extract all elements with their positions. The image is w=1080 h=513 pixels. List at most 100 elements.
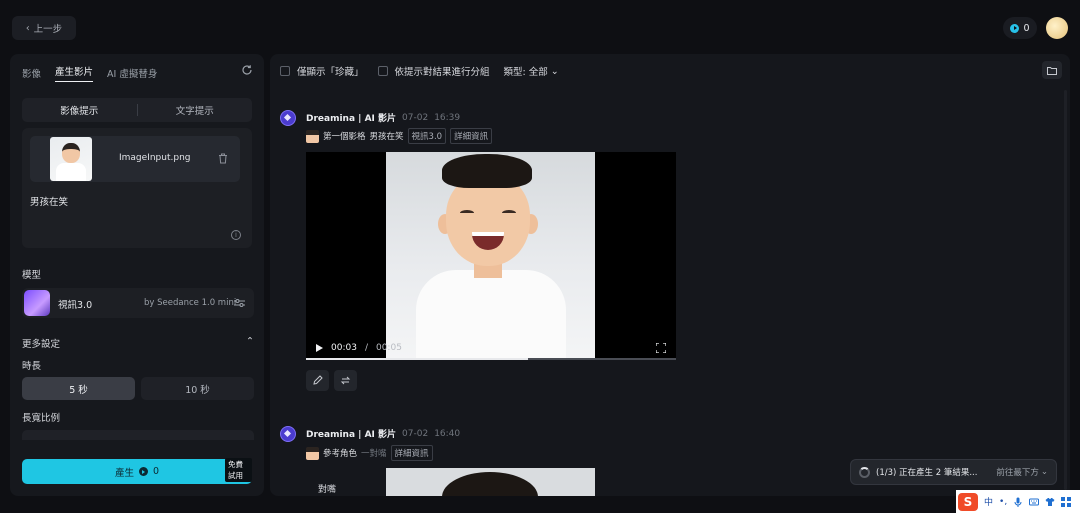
prompt-text-input[interactable]: 男孩在笑 — [30, 194, 68, 208]
group-by-prompt-checkbox[interactable]: 依提示對結果進行分組 — [377, 64, 490, 78]
credit-icon — [138, 467, 148, 476]
entry-header: Dreamina | AI 影片 07-02 16:39 — [306, 111, 461, 125]
entry-time: 16:39 — [434, 112, 461, 123]
prompt-box[interactable]: ImageInput.png 男孩在笑 i — [22, 128, 252, 248]
sogou-logo-icon[interactable]: S — [958, 492, 978, 511]
reference-label[interactable]: 參考角色 — [323, 447, 357, 459]
entry-prompt: 男孩在笑 — [369, 132, 404, 142]
type-filter-value: 類型: 全部 — [503, 67, 548, 78]
video-duration: 00:05 — [375, 343, 402, 353]
info-icon[interactable]: i — [231, 230, 241, 240]
duration-5s-button[interactable]: 5 秒 — [22, 377, 135, 400]
aspect-ratio-label: 長寬比例 — [22, 413, 61, 424]
edit-button[interactable] — [306, 370, 329, 391]
chevron-down-icon: ⌄ — [1040, 467, 1048, 477]
back-button[interactable]: ‹ 上一步 — [12, 16, 76, 40]
details-tag[interactable]: 詳細資訊 — [390, 445, 433, 461]
video-controls: 00:03 / 00:05 — [306, 336, 676, 360]
folder-icon — [1047, 66, 1057, 75]
details-tag[interactable]: 詳細資訊 — [450, 128, 493, 144]
generate-label: 產生 — [114, 467, 134, 479]
tab-ai-avatar[interactable]: AI 虛擬替身 — [107, 66, 157, 80]
favorites-only-checkbox[interactable]: 僅顯示「珍藏」 — [280, 64, 364, 78]
filter-bar: 僅顯示「珍藏」 依提示對結果進行分組 類型: 全部 ⌄ — [280, 64, 559, 78]
chevron-left-icon: ‹ — [25, 22, 30, 34]
prompt-mode-toggle: 影像提示 文字提示 — [22, 98, 252, 122]
duration-10s-button[interactable]: 10 秒 — [141, 377, 254, 400]
generate-cost: 0 — [152, 466, 160, 477]
sliders-icon[interactable] — [234, 298, 245, 308]
reference-label[interactable]: 第一個影格 — [323, 130, 366, 142]
user-avatar[interactable] — [1046, 17, 1068, 39]
pencil-icon — [313, 375, 323, 385]
type-filter-select[interactable]: 類型: 全部 ⌄ — [503, 64, 559, 79]
free-trial-badge: 免費試用 — [225, 458, 252, 482]
chevron-down-icon: ⌄ — [550, 65, 559, 77]
video-progress-fill — [306, 358, 528, 360]
generation-status: (1/3) 正在產生 2 筆結果... — [876, 468, 978, 478]
spinner-icon — [859, 466, 870, 478]
entry-header: Dreamina | AI 影片 07-02 16:40 — [306, 427, 461, 441]
credits-value: 0 — [1023, 22, 1030, 34]
scrollbar[interactable] — [1064, 90, 1067, 490]
entry-preview: 對嘴 — [306, 468, 676, 496]
generation-panel: 影像 產生影片 AI 虛擬替身 影像提示 文字提示 ImageInput.png… — [10, 54, 264, 496]
grid-menu-icon[interactable] — [1061, 496, 1072, 507]
aspect-ratio-selector[interactable] — [22, 430, 254, 440]
play-icon[interactable] — [316, 344, 323, 352]
fullscreen-icon[interactable] — [656, 343, 666, 353]
entry-tags: 參考角色 一對嘴 詳細資訊 — [306, 445, 433, 461]
refresh-icon[interactable] — [241, 64, 253, 76]
microphone-icon[interactable] — [1013, 497, 1023, 507]
top-bar: ‹ 上一步 0 — [0, 0, 1080, 54]
trash-icon[interactable] — [218, 153, 228, 164]
reference-thumbnail — [306, 129, 319, 143]
file-name: ImageInput.png — [119, 153, 191, 163]
generation-progress-toast: (1/3) 正在產生 2 筆結果... 前往最下方 ⌄ — [850, 459, 1057, 485]
folder-button[interactable] — [1042, 61, 1062, 79]
duration-label: 時長 — [22, 361, 42, 372]
checkbox-box — [280, 66, 290, 76]
reference-thumbnail — [306, 446, 319, 460]
mode-tag: 一對嘴 — [361, 449, 387, 459]
more-settings-label: 更多設定 — [22, 339, 61, 350]
model-section-label: 模型 — [22, 270, 42, 281]
ime-language[interactable]: 中 — [984, 495, 993, 508]
credit-icon — [1010, 23, 1020, 33]
dreamina-logo-icon — [280, 426, 296, 442]
model-subtitle: by Seedance 1.0 mini — [144, 298, 237, 308]
entry-date: 07-02 — [402, 428, 429, 439]
time-separator: / — [364, 343, 368, 353]
entry-tags: 第一個影格 男孩在笑 視訊3.0 詳細資訊 — [306, 128, 493, 144]
video-player[interactable]: 00:03 / 00:05 — [306, 152, 676, 360]
keyboard-icon[interactable] — [1029, 497, 1040, 507]
model-selector[interactable]: 視訊3.0 by Seedance 1.0 mini — [22, 288, 254, 318]
video-frame — [386, 152, 595, 360]
tab-image[interactable]: 影像 — [22, 66, 41, 80]
go-to-bottom-label: 前往最下方 — [996, 468, 1039, 478]
uploaded-file-card: ImageInput.png — [30, 136, 240, 182]
video-progress-bar[interactable] — [306, 358, 676, 360]
back-button-label: 上一步 — [33, 24, 63, 35]
mode-tabs: 影像 產生影片 AI 虛擬替身 — [22, 62, 157, 84]
regenerate-button[interactable] — [334, 370, 357, 391]
model-tag: 視訊3.0 — [407, 128, 447, 144]
duration-options: 5 秒 10 秒 — [22, 377, 254, 400]
entry-date: 07-02 — [402, 112, 429, 123]
dreamina-logo-icon — [280, 110, 296, 126]
tab-generate-video[interactable]: 產生影片 — [55, 64, 94, 82]
go-to-bottom-link[interactable]: 前往最下方 ⌄ — [996, 466, 1048, 478]
skin-icon[interactable] — [1045, 497, 1055, 507]
entry-time: 16:40 — [434, 428, 461, 439]
more-settings-header[interactable]: 更多設定 ⌃ — [22, 336, 254, 350]
image-prompt-option[interactable]: 影像提示 — [22, 103, 137, 117]
ime-toolbar: S 中 •, — [956, 490, 1080, 513]
ime-punctuation[interactable]: •, — [999, 497, 1007, 507]
repeat-icon — [340, 376, 351, 385]
text-prompt-option[interactable]: 文字提示 — [138, 103, 253, 117]
generate-button[interactable]: 產生 0 免費試用 — [22, 458, 252, 484]
video-frame[interactable] — [386, 468, 595, 496]
credits-balance[interactable]: 0 — [1003, 17, 1037, 39]
favorites-only-label: 僅顯示「珍藏」 — [297, 67, 364, 78]
chevron-up-icon: ⌃ — [246, 336, 254, 347]
